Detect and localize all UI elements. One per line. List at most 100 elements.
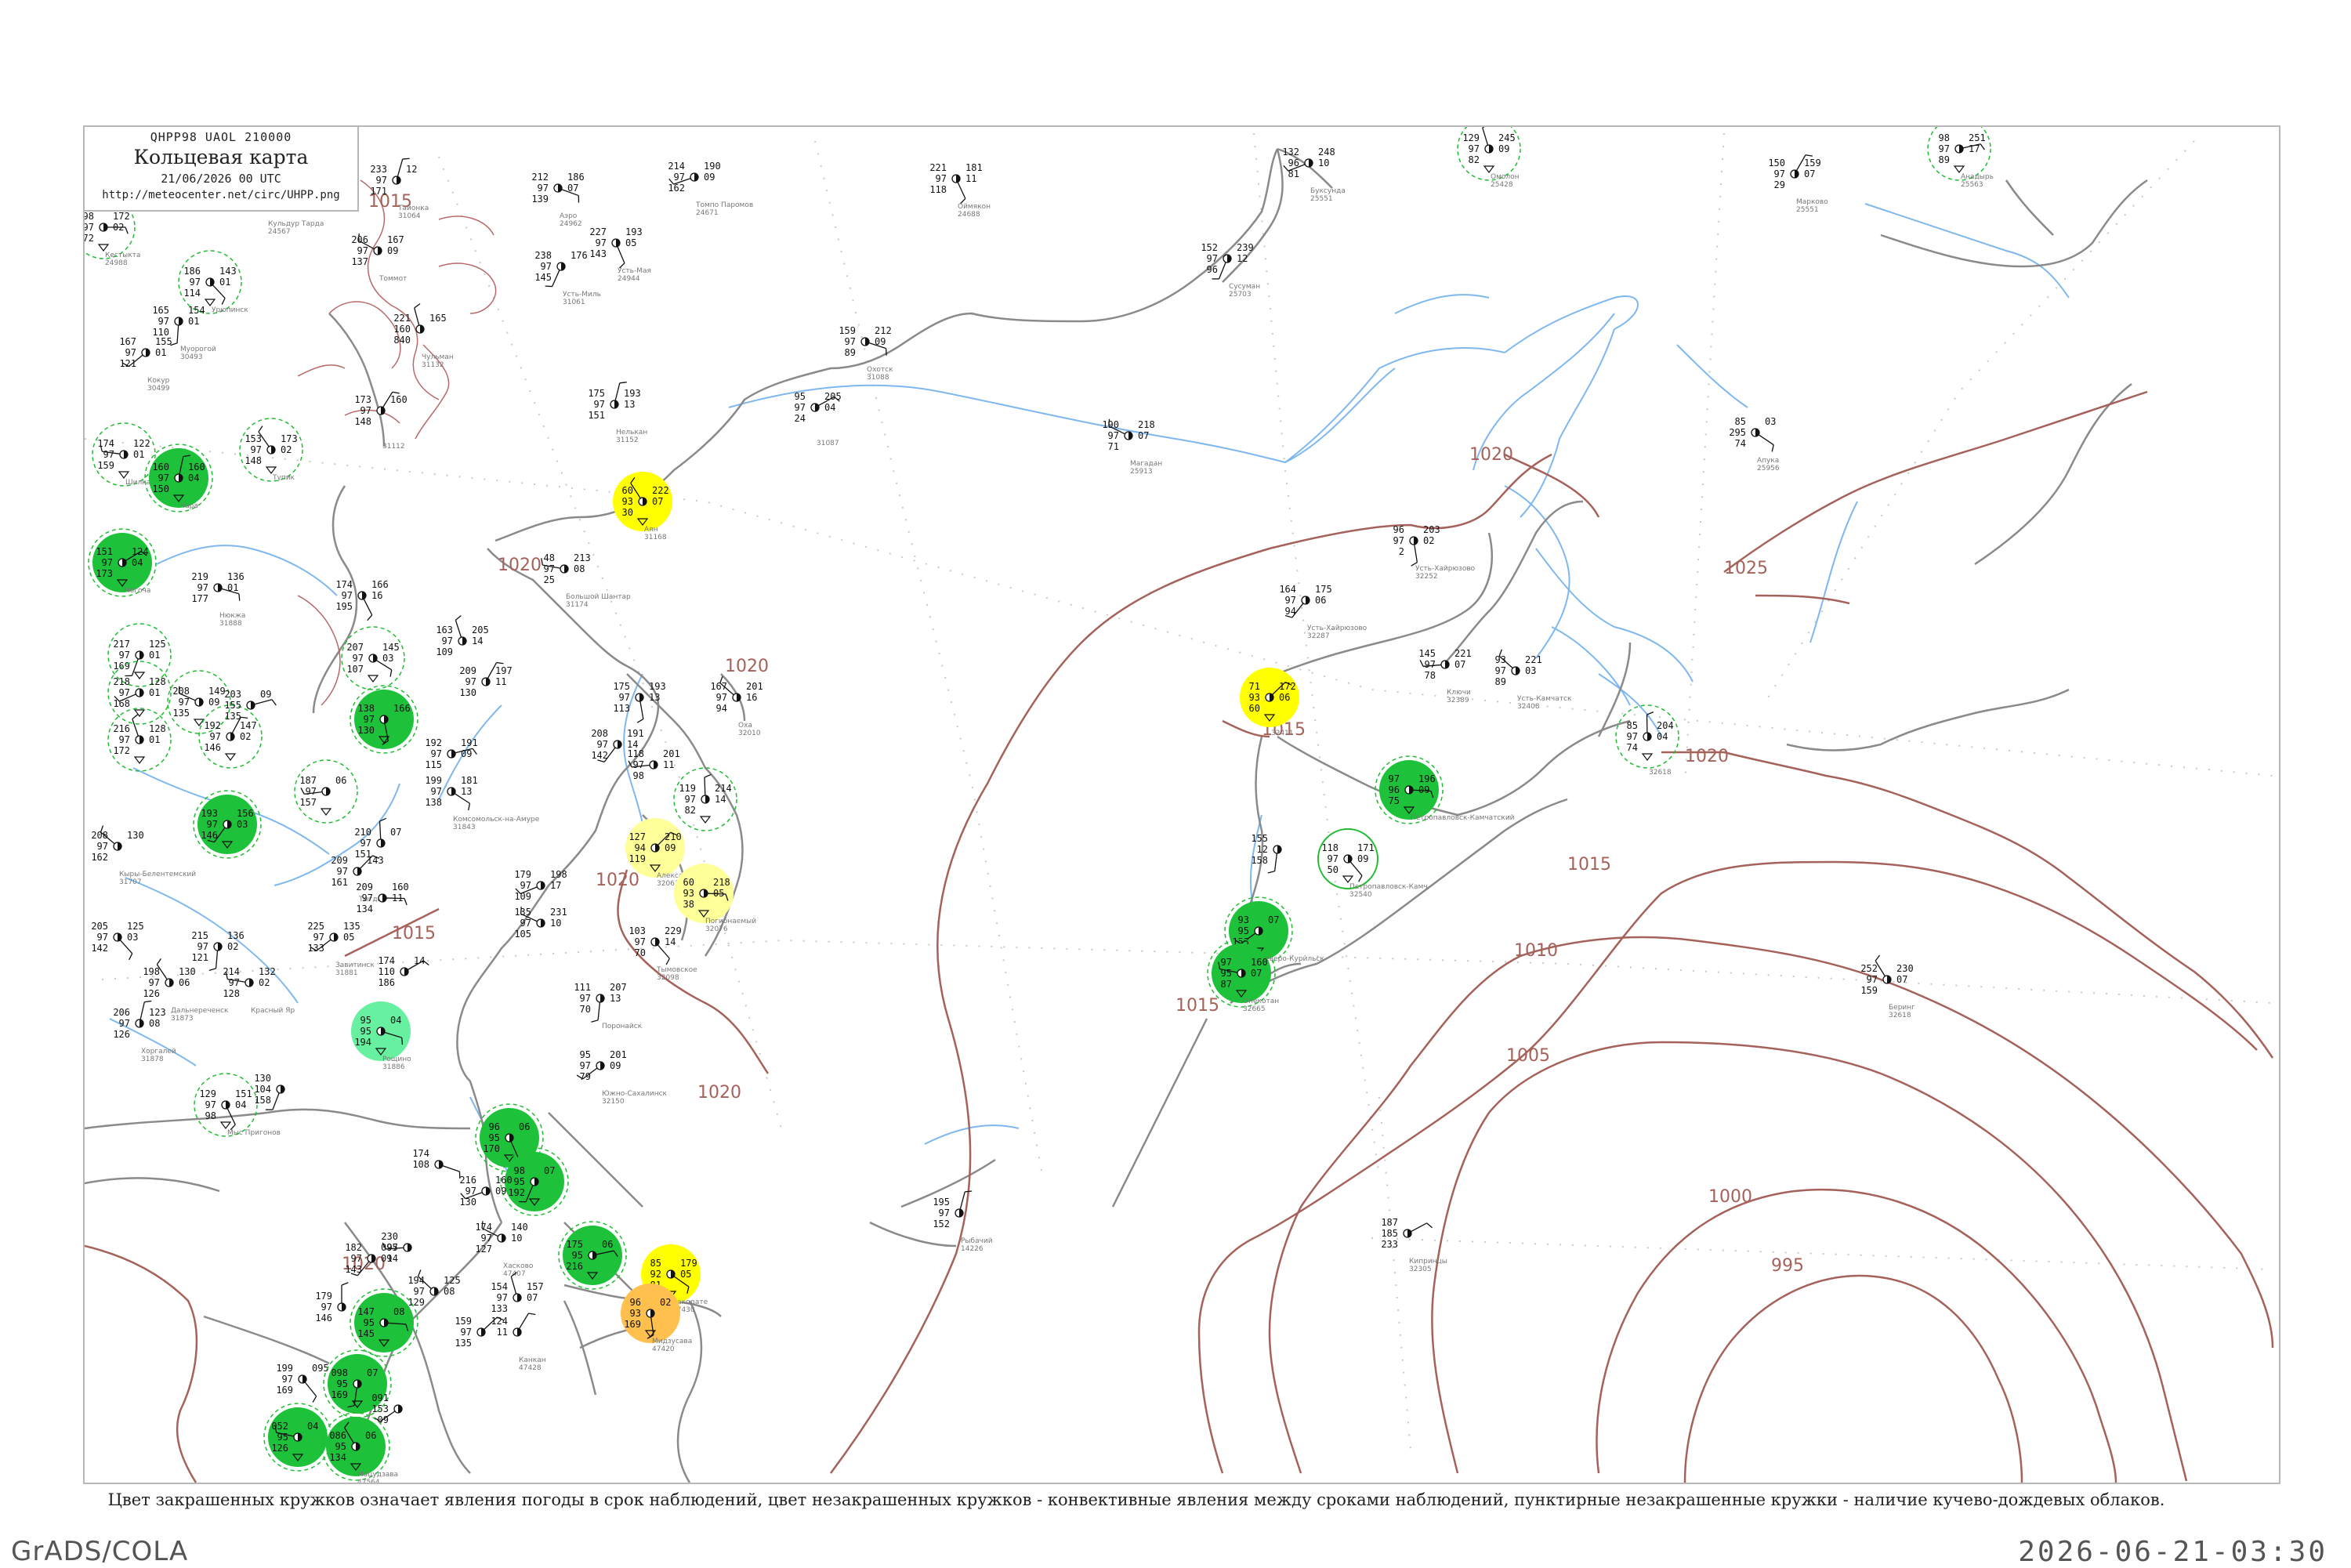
station-value: 095 — [312, 1363, 329, 1374]
wind-barb — [380, 821, 381, 839]
station-plot[interactable]: 20315513509 — [224, 689, 276, 722]
station-plot[interactable]: 2069713716709Томмот — [351, 234, 407, 283]
station-plot[interactable]: 1749719516616 — [335, 579, 388, 621]
station-plot[interactable]: 1749712714010Хасково47407 — [475, 1221, 534, 1278]
station-plot[interactable]: 132968124810Буксунда25551 — [1282, 147, 1346, 203]
station-plot[interactable]: 20997161143Тыгда — [331, 855, 383, 904]
station-plot[interactable]: 2259713313505Завитинск31881 — [307, 921, 375, 977]
station-plot[interactable]: 2069712612308Хоргалей31878 — [113, 1001, 176, 1063]
station-plot[interactable]: 1359710523110 — [514, 907, 567, 940]
station-value: 93 — [1495, 654, 1506, 665]
station-plot[interactable]: 20897162130Кыры-Белентемский31707 — [91, 825, 196, 886]
station-plot[interactable]: 1929711519109 — [425, 737, 477, 770]
station-value: 145 — [534, 272, 552, 283]
present-weather-symbol — [1643, 754, 1652, 760]
station-value: 098 — [331, 1367, 348, 1378]
station-plot[interactable]: 15512158 — [1251, 833, 1281, 873]
station-plot[interactable]: 8597742040432618 — [1616, 705, 1679, 777]
station-value: 14 — [414, 955, 425, 966]
station-plot[interactable]: 150972915907Марково25551 — [1768, 155, 1828, 214]
station-plot[interactable]: 1639710920514 — [436, 616, 488, 657]
station-plot[interactable]: 2149716219009Томпо Паромов24671 — [668, 161, 753, 217]
station-plot[interactable]: 2059714212503 — [91, 921, 143, 960]
station-value: 14 — [387, 1253, 398, 1264]
station-plot[interactable]: 164979417506Усть-Хайрюзово32287 — [1279, 584, 1367, 640]
station-plot[interactable]: 2099713416011 — [356, 882, 408, 914]
station-plot[interactable]: 2169713016009 — [459, 1175, 512, 1208]
station-plot[interactable]: 2079710714503 — [342, 627, 404, 690]
source-url[interactable]: http://meteocenter.net/circ/UHPP.png — [85, 189, 357, 201]
wind-barb-feather — [209, 969, 216, 971]
station-plot[interactable]: 103977022914Тымовское32098 — [629, 925, 697, 982]
station-plot[interactable]: 187185233Кипринцы32305 — [1381, 1217, 1447, 1273]
station-plot[interactable]: 93978922103Усть-Камчатск32408 — [1495, 650, 1572, 711]
station-value: 125 — [127, 921, 144, 932]
station-plot[interactable]: 1879715706 — [295, 760, 357, 823]
station-plot[interactable]: 2529715923007Беринг32618 — [1860, 955, 1915, 1019]
station-plot[interactable]: 145977822107Ключи32389 — [1418, 648, 1471, 704]
station-plot[interactable]: 1609715016004Чара — [145, 444, 212, 512]
station-plot[interactable]: 1759715119313Нелькан31152 — [588, 382, 647, 444]
station-plot[interactable]: 1519717312404Могоча — [89, 529, 156, 596]
station-plot[interactable]: 1679712115501Кокур30499 — [119, 336, 172, 393]
station-value: 92 — [650, 1269, 661, 1280]
station-plot[interactable]: 1949712912508 — [408, 1270, 460, 1308]
station-plot[interactable]: 1999713818113Комсомольск-на-Амуре31843 — [425, 775, 539, 831]
station-plot[interactable]: 111977020713Поронайск — [574, 982, 642, 1030]
station-plot[interactable]: 9697220302Усть-Хайрюзово32252 — [1393, 524, 1476, 581]
station-plot[interactable]: 1939714615603 — [194, 791, 261, 858]
station-plot[interactable]: 959519404Рощино31886 — [351, 1001, 411, 1071]
station-plot[interactable]: 60933022207Аян31168 — [613, 472, 672, 541]
station-value: 09 — [1418, 784, 1429, 795]
station-plot[interactable]: 19597152Рыбачий14226 — [933, 1191, 992, 1253]
station-value: 97 — [596, 237, 607, 248]
present-weather-symbol — [119, 472, 129, 478]
station-value: 04 — [235, 1099, 246, 1110]
station-plot[interactable]: 2149712813202Красный Яр — [223, 966, 295, 1015]
station-plot[interactable]: 2169717212801 — [108, 708, 171, 771]
station-plot[interactable]: 17411018614 — [378, 955, 429, 988]
station-value: 172 — [113, 745, 130, 756]
station-plot[interactable]: 118975017109Петропавловск-Камч.32540 — [1318, 829, 1430, 899]
station-plot[interactable]: 852957403Апука25956 — [1729, 416, 1780, 473]
station-value: 93 — [622, 496, 633, 507]
station-plot[interactable]: 95977920109Южно-Сахалинск32150 — [577, 1049, 668, 1106]
station-value: 245 — [1498, 132, 1516, 143]
station-value: 97 — [1285, 595, 1296, 606]
station-plot[interactable]: 1549713315707 — [491, 1273, 543, 1314]
station-value: 207 — [610, 982, 627, 993]
station-plot[interactable]: 2129713918607Аэро24962 — [531, 172, 584, 228]
station-plot[interactable]: 19997169095 — [276, 1363, 328, 1403]
station-plot[interactable]: 152979623912Сусуман25703 — [1201, 242, 1260, 299]
station-plot[interactable]: 2089713514909 — [168, 671, 230, 733]
station-plot[interactable]: 12411Канкан47428 — [491, 1313, 545, 1372]
station-plot[interactable]: 09115309 — [371, 1392, 402, 1425]
station-plot[interactable]: 167979420116Оха32010 — [710, 676, 763, 737]
station-plot[interactable]: 174108 — [412, 1148, 460, 1179]
station-value: 181 — [965, 162, 983, 173]
station-value: 07 — [367, 1367, 378, 1378]
station-plot[interactable]: 98978925117Анадырь25563 — [1928, 118, 1994, 189]
station-plot[interactable]: 221160840165Чульман31132 — [393, 304, 454, 369]
station-plot[interactable]: 1539714817302Тупик — [240, 418, 302, 482]
station-plot[interactable]: 118979820111 — [627, 748, 679, 781]
station-plot[interactable]: 129978224509Омолон25428 — [1458, 118, 1520, 189]
station-plot[interactable]: 190977121807Магадан25913 — [1102, 419, 1162, 476]
station-plot[interactable]: 13897130166 — [350, 686, 418, 753]
station-plot[interactable]: 2219711818111Оймякон24688 — [929, 162, 991, 219]
station-plot[interactable]: 2279714319305Усть-Мая24944 — [589, 226, 651, 283]
station-plot[interactable]: 17997146 — [315, 1283, 348, 1324]
station-plot[interactable]: 0529512604 — [264, 1403, 331, 1471]
station-plot[interactable]: 97967519609Петропавловск-Камчатский — [1375, 756, 1515, 824]
station-plot[interactable]: 1479514508 — [350, 1289, 418, 1356]
station-plot[interactable]: 2099713019711 — [459, 663, 512, 698]
station-plot[interactable]: 1749715912201Шилка — [92, 423, 155, 487]
station-plot[interactable]: 119978221414 — [674, 768, 737, 831]
station-plot[interactable]: 1759521606 — [559, 1222, 626, 1289]
station-plot[interactable]: 9597242050431087 — [795, 391, 842, 447]
station-plot[interactable]: 2199717713601Нюкжа31888 — [191, 571, 245, 628]
station-plot[interactable]: 2189716812801 — [108, 661, 171, 724]
station-plot[interactable]: 130104158 — [254, 1073, 284, 1110]
station-plot[interactable]: 2109715107 — [354, 818, 401, 860]
station-plot[interactable]: 2159712113602 — [191, 930, 244, 970]
